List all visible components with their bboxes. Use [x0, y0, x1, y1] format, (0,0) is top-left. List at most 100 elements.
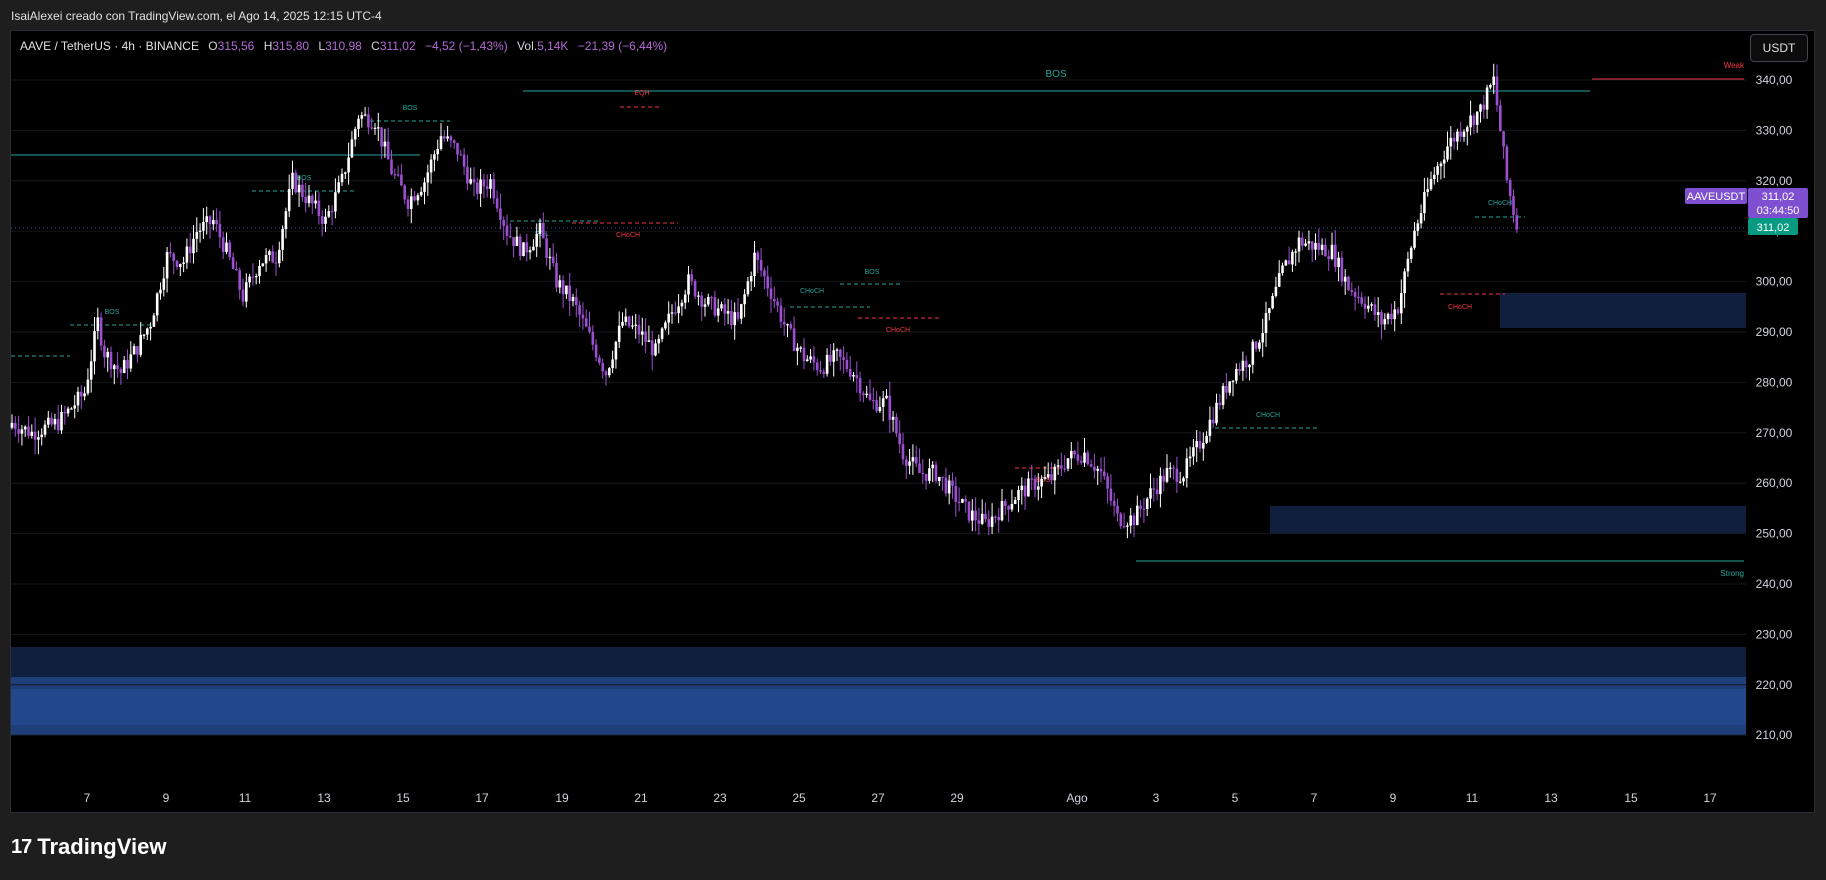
structure-label: EQH [634, 90, 649, 97]
candle-body [274, 262, 278, 264]
candle-body [1383, 319, 1387, 325]
candle-body [591, 331, 595, 345]
candle-body [809, 356, 812, 360]
high-value: 315,80 [272, 39, 310, 53]
candle-body [185, 246, 189, 263]
candle-body [990, 516, 994, 527]
candle-body [598, 357, 601, 363]
price-chart[interactable]: BOSWeakStrongBOSBOSBOSCHoCHBOSCHoCHCHoCH… [0, 0, 1826, 880]
candle-body [367, 114, 370, 128]
close-label: C [371, 39, 380, 53]
candle-body [819, 370, 822, 372]
candle-body [476, 182, 479, 194]
time-tick-label: 23 [713, 791, 727, 805]
candle-body [548, 256, 552, 259]
candle-body [113, 365, 116, 370]
candle-body [202, 221, 205, 231]
candle-body [43, 424, 47, 435]
candle-body [452, 140, 456, 143]
candle-body [489, 179, 492, 189]
candle-body [119, 369, 123, 373]
candle-body [14, 422, 17, 430]
candle-body [730, 311, 733, 326]
candle-body [426, 172, 430, 183]
tradingview-logo: 17 TradingView [11, 834, 166, 859]
candle-body [773, 298, 776, 302]
candle-body [779, 305, 783, 322]
candle-body [1215, 402, 1218, 424]
candle-body [829, 354, 832, 362]
open-value: 315,56 [217, 39, 255, 53]
candle-body [396, 174, 400, 176]
candle-body [924, 473, 928, 481]
candle-body [1446, 146, 1449, 160]
candle-body [1122, 526, 1126, 528]
candle-body [528, 250, 532, 253]
candle-body [967, 501, 971, 521]
candle-body [459, 154, 463, 156]
candle-body [720, 304, 723, 309]
candle-body [238, 270, 241, 290]
candle-body [878, 406, 882, 412]
candle-body [885, 395, 888, 399]
candle-body [360, 115, 364, 119]
candle-body [545, 238, 548, 259]
candle-body [782, 321, 786, 325]
candle-body [1466, 127, 1469, 132]
candle-body [1327, 256, 1330, 259]
symbol-name[interactable]: AAVE / TetherUS · 4h · BINANCE [20, 39, 199, 53]
time-tick-label: 15 [396, 791, 410, 805]
candle-body [1495, 76, 1499, 106]
symbol-legend[interactable]: AAVE / TetherUS · 4h · BINANCE O315,56 H… [20, 39, 667, 53]
candle-body [621, 321, 624, 326]
order-block-upper [1500, 293, 1746, 328]
order-block-mid [1270, 506, 1746, 534]
candle-body [271, 251, 274, 263]
candle-body [502, 220, 505, 226]
candle-body [129, 354, 133, 369]
candle-body [410, 196, 413, 210]
candle-body [891, 416, 895, 420]
candle-body [192, 238, 195, 254]
candle-body [852, 375, 855, 377]
candle-body [700, 295, 703, 307]
candle-body [634, 324, 637, 326]
candle-body [532, 246, 535, 251]
candle-body [588, 326, 591, 332]
candle-body [245, 282, 248, 302]
candle-body [179, 263, 182, 267]
candle-body [1320, 244, 1324, 250]
candle-body [353, 129, 357, 140]
candle-body [740, 304, 743, 319]
candle-body [228, 242, 232, 258]
candle-body [518, 236, 522, 257]
candle-body [495, 198, 499, 209]
time-tick-label: 11 [239, 791, 252, 805]
candle-body [386, 141, 390, 160]
candle-body [1241, 360, 1245, 371]
candle-body [1056, 465, 1060, 467]
candle-body [443, 136, 446, 139]
candle-body [1409, 247, 1413, 259]
candle-body [1390, 313, 1393, 320]
candle-body [1360, 297, 1363, 304]
price-tick-label: 250,00 [1756, 527, 1793, 541]
candle-body [344, 172, 347, 174]
candle-body [320, 216, 324, 224]
candle-body [1297, 237, 1301, 252]
candle-body [1281, 265, 1284, 274]
candle-body [1195, 441, 1198, 448]
candle-body [848, 368, 852, 377]
candle-body [1027, 478, 1030, 497]
candle-body [1149, 488, 1152, 499]
low-value: 310,98 [325, 39, 362, 53]
currency-button[interactable]: USDT [1750, 34, 1808, 62]
candle-body [1439, 163, 1443, 167]
candle-body [845, 359, 849, 369]
candle-body [1103, 471, 1106, 477]
candle-body [1271, 296, 1274, 309]
candle-body [370, 127, 373, 129]
candle-body [63, 411, 67, 414]
candle-body [581, 314, 585, 319]
candle-body [994, 516, 997, 518]
